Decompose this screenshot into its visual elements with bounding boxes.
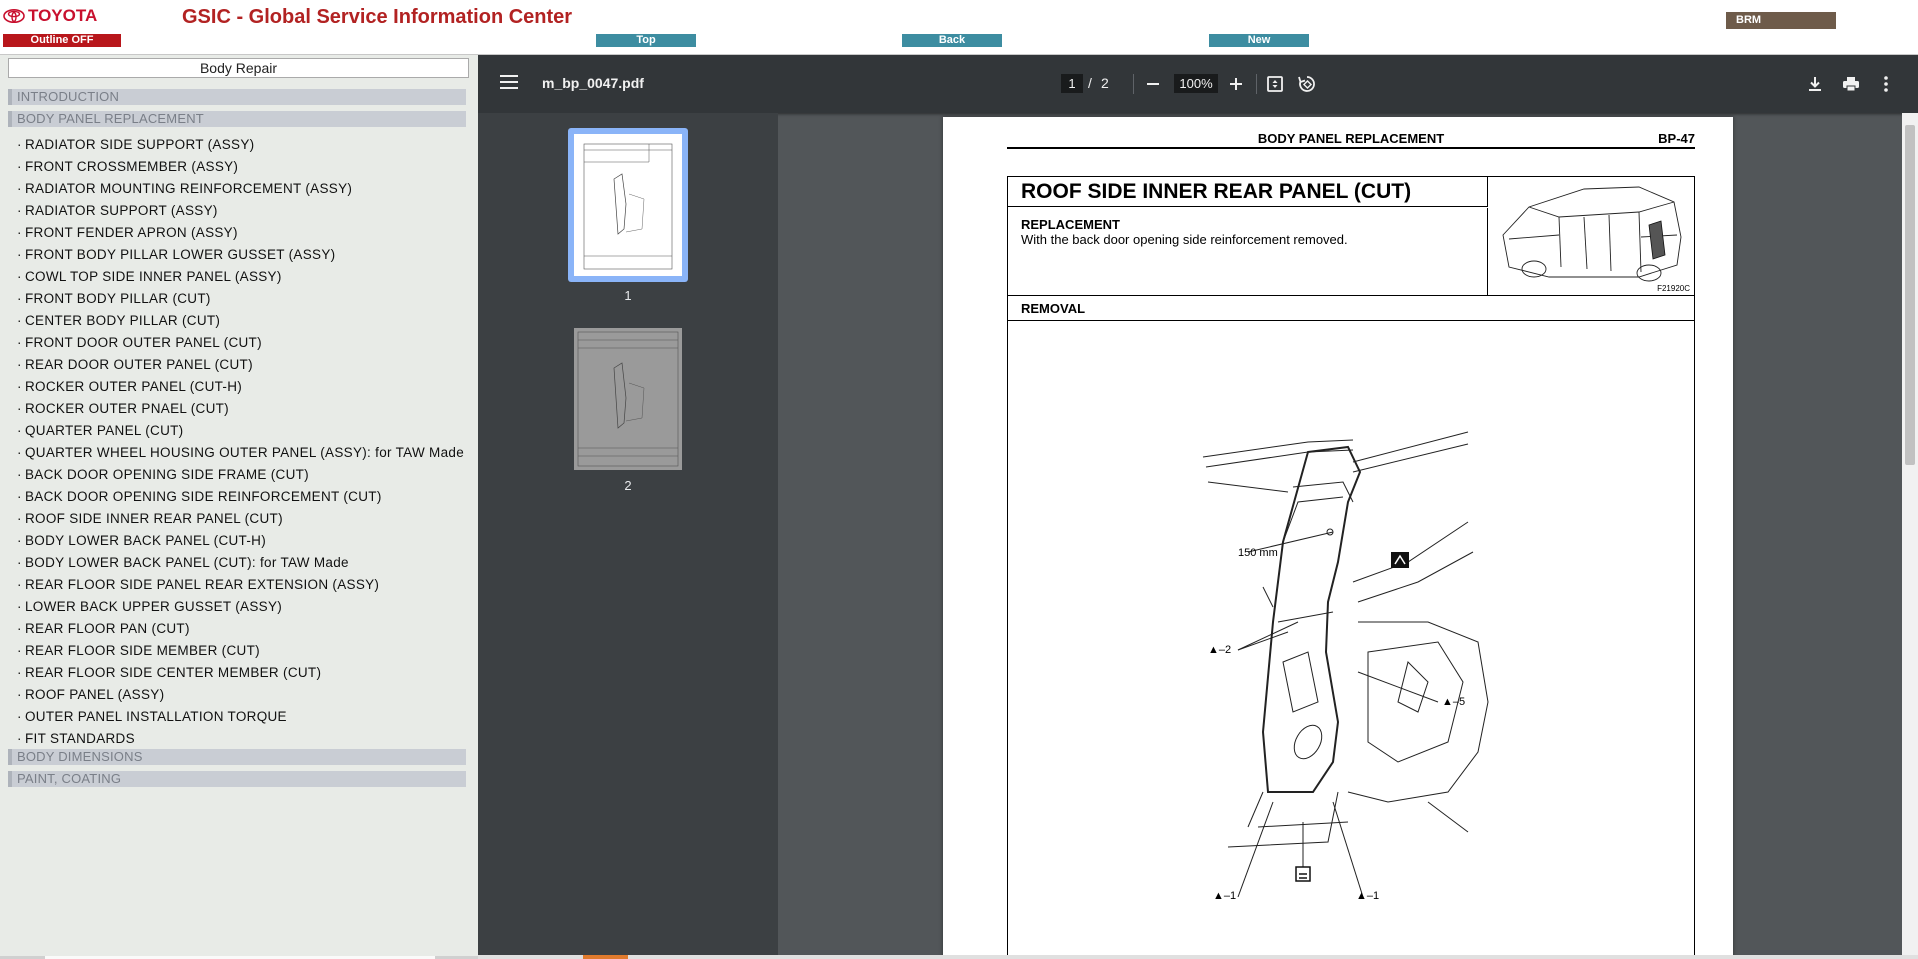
app-header: TOYOTA GSIC - Global Service Information… <box>0 0 1918 55</box>
toyota-emblem-icon <box>3 9 25 23</box>
thumbnail-page-1[interactable] <box>568 128 688 282</box>
outline-item[interactable]: · ROOF SIDE INNER REAR PANEL (CUT) <box>17 508 464 530</box>
rotate-icon[interactable] <box>1296 73 1318 95</box>
outline-item[interactable]: · REAR FLOOR SIDE CENTER MEMBER (CUT) <box>17 662 464 684</box>
category-paint-coating[interactable]: PAINT, COATING <box>8 771 466 787</box>
category-body-panel-replacement[interactable]: BODY PANEL REPLACEMENT <box>8 111 466 127</box>
outline-item[interactable]: · RADIATOR SUPPORT (ASSY) <box>17 200 464 222</box>
doc-header: BODY PANEL REPLACEMENT BP-47 <box>1007 129 1695 149</box>
outline-item[interactable]: · QUARTER PANEL (CUT) <box>17 420 464 442</box>
outline-item[interactable]: · BODY LOWER BACK PANEL (CUT-H) <box>17 530 464 552</box>
page-total: 2 <box>1101 75 1109 91</box>
more-options-icon[interactable] <box>1875 73 1897 95</box>
category-body-dimensions[interactable]: BODY DIMENSIONS <box>8 749 466 765</box>
outline-item[interactable]: · BODY LOWER BACK PANEL (CUT): for TAW Ma… <box>17 552 464 574</box>
outline-panel: Body Repair INTRODUCTION BODY PANEL REPL… <box>0 55 478 959</box>
category-introduction[interactable]: INTRODUCTION <box>8 89 466 105</box>
outline-item-list: · RADIATOR SIDE SUPPORT (ASSY) · FRONT CRO… <box>17 134 464 750</box>
toolbar-divider <box>1256 74 1257 94</box>
vehicle-figure: F21920C <box>1489 177 1694 295</box>
callout-label-5: ▲–5 <box>1442 696 1466 708</box>
replacement-text: With the back door opening side reinforc… <box>1021 232 1348 247</box>
outline-item[interactable]: · RADIATOR MOUNTING REINFORCEMENT (ASSY) <box>17 178 464 200</box>
vehicle-illustration <box>1502 186 1682 282</box>
outline-item[interactable]: · OUTER PANEL INSTALLATION TORQUE <box>17 706 464 728</box>
pdf-horizontal-scrollbar[interactable] <box>478 955 1918 959</box>
outline-item[interactable]: · FRONT BODY PILLAR LOWER GUSSET (ASSY) <box>17 244 464 266</box>
doc-header-title: BODY PANEL REPLACEMENT <box>1257 131 1445 146</box>
thumbnail-sidebar: 1 2 <box>478 113 778 959</box>
symbol-box <box>1391 552 1409 568</box>
pdf-page: BODY PANEL REPLACEMENT BP-47 ROOF SIDE I… <box>943 117 1733 959</box>
thumbnail-label-2: 2 <box>624 478 632 493</box>
outline-item[interactable]: · RADIATOR SIDE SUPPORT (ASSY) <box>17 134 464 156</box>
section-title: Body Repair <box>8 58 469 78</box>
logo-text: TOYOTA <box>28 6 98 25</box>
outline-toggle-button[interactable]: Outline OFF <box>3 34 121 47</box>
outline-item[interactable]: · QUARTER WHEEL HOUSING OUTER PANEL (ASSY… <box>17 442 464 464</box>
callout-label-1b: ▲–1 <box>1356 890 1380 902</box>
thumbnail-label-1: 1 <box>624 288 632 303</box>
outline-item[interactable]: · BACK DOOR OPENING SIDE FRAME (CUT) <box>17 464 464 486</box>
callout-label-1a: ▲–1 <box>1213 890 1237 902</box>
page-number-input[interactable]: 1 <box>1061 74 1083 93</box>
outline-item[interactable]: · ROCKER OUTER PANEL (CUT-H) <box>17 376 464 398</box>
menu-icon[interactable] <box>500 75 518 91</box>
zoom-in-icon[interactable] <box>1225 73 1247 95</box>
outline-item[interactable]: · CENTER BODY PILLAR (CUT) <box>17 310 464 332</box>
outline-item[interactable]: · FRONT DOOR OUTER PANEL (CUT) <box>17 332 464 354</box>
page-separator: / <box>1088 75 1092 91</box>
thumbnail-preview-2 <box>577 331 679 467</box>
pdf-viewer: m_bp_0047.pdf 1 / 2 100% 1 2 BODY PANEL … <box>478 55 1918 959</box>
dimension-label: 150 mm <box>1238 547 1278 559</box>
thumbnail-page-2[interactable] <box>574 328 682 470</box>
fit-page-icon[interactable] <box>1264 73 1286 95</box>
doc-page-code: BP-47 <box>1658 131 1695 146</box>
outline-item[interactable]: · ROOF PANEL (ASSY) <box>17 684 464 706</box>
outline-item[interactable]: · COWL TOP SIDE INNER PANEL (ASSY) <box>17 266 464 288</box>
figure-code: F21920C <box>1657 284 1690 293</box>
outline-item[interactable]: · REAR DOOR OUTER PANEL (CUT) <box>17 354 464 376</box>
app-title: GSIC - Global Service Information Center <box>182 6 573 28</box>
outline-item[interactable]: · FRONT BODY PILLAR (CUT) <box>17 288 464 310</box>
top-button[interactable]: Top <box>596 34 696 47</box>
pdf-vertical-scrollbar[interactable] <box>1902 113 1918 959</box>
pdf-scrollbar-thumb[interactable] <box>1905 125 1915 465</box>
outline-item[interactable]: · FRONT CROSSMEMBER (ASSY) <box>17 156 464 178</box>
new-button[interactable]: New <box>1209 34 1309 47</box>
outline-item[interactable]: · BACK DOOR OPENING SIDE REINFORCEMENT (C… <box>17 486 464 508</box>
outline-item[interactable]: · REAR FLOOR SIDE MEMBER (CUT) <box>17 640 464 662</box>
outline-item[interactable]: · LOWER BACK UPPER GUSSET (ASSY) <box>17 596 464 618</box>
replacement-section: REPLACEMENT With the back door opening s… <box>1008 208 1488 295</box>
zoom-out-icon[interactable] <box>1142 73 1164 95</box>
toolbar-divider <box>1133 74 1134 94</box>
outline-item[interactable]: · FIT STANDARDS <box>17 728 464 750</box>
back-button[interactable]: Back <box>902 34 1002 47</box>
thumbnail-preview-1 <box>583 143 673 270</box>
download-icon[interactable] <box>1804 73 1826 95</box>
outline-item[interactable]: · FRONT FENDER APRON (ASSY) <box>17 222 464 244</box>
doc-frame: ROOF SIDE INNER REAR PANEL (CUT) REPLACE… <box>1007 176 1695 959</box>
removal-heading: REMOVAL <box>1008 295 1694 321</box>
replacement-heading: REPLACEMENT <box>1021 217 1120 232</box>
outline-item[interactable]: · REAR FLOOR PAN (CUT) <box>17 618 464 640</box>
brm-button[interactable]: BRM <box>1726 12 1836 29</box>
removal-diagram: 150 mm ▲–2 ▲–5 ▲–1 ▲–1 <box>1008 322 1694 959</box>
callout-label-2: ▲–2 <box>1208 644 1232 656</box>
zoom-level-input[interactable]: 100% <box>1174 74 1218 93</box>
pdf-toolbar: m_bp_0047.pdf 1 / 2 100% <box>478 55 1918 113</box>
panel-diagram <box>1202 431 1489 898</box>
outline-item[interactable]: · ROCKER OUTER PNAEL (CUT) <box>17 398 464 420</box>
toyota-logo: TOYOTA <box>3 6 97 26</box>
outline-item[interactable]: · REAR FLOOR SIDE PANEL REAR EXTENSION (A… <box>17 574 464 596</box>
print-icon[interactable] <box>1840 73 1862 95</box>
doc-title: ROOF SIDE INNER REAR PANEL (CUT) <box>1008 177 1488 207</box>
pdf-scroll-marker <box>583 955 628 959</box>
pdf-file-name: m_bp_0047.pdf <box>542 75 644 91</box>
